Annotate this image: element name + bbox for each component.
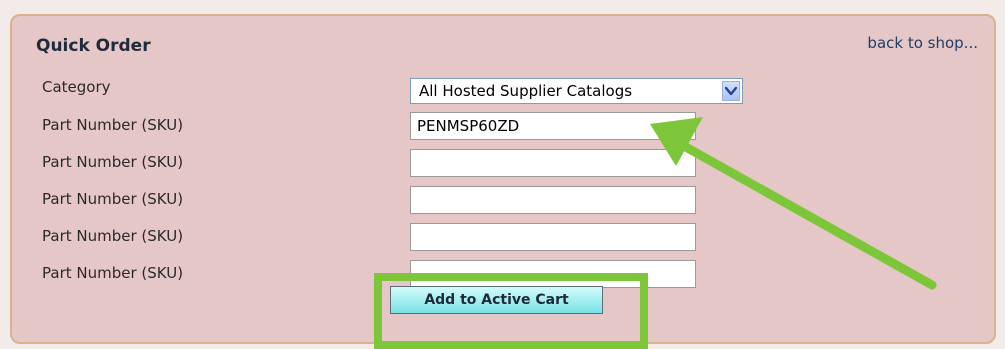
category-select[interactable]: All Hosted Supplier Catalogs <box>410 78 743 104</box>
back-to-shop-link[interactable]: back to shop... <box>867 34 978 52</box>
chevron-down-icon[interactable] <box>722 81 740 101</box>
page: Quick Order back to shop... Category All… <box>0 0 1005 349</box>
category-selected-value: All Hosted Supplier Catalogs <box>419 82 633 100</box>
sku-input-5[interactable] <box>410 260 696 288</box>
sku-input-1[interactable] <box>410 112 696 140</box>
sku-input-4[interactable] <box>410 223 696 251</box>
category-label: Category <box>42 78 111 96</box>
add-to-active-cart-button[interactable]: Add to Active Cart <box>390 286 603 314</box>
sku-label-1: Part Number (SKU) <box>42 116 184 134</box>
sku-label-3: Part Number (SKU) <box>42 190 184 208</box>
sku-label-5: Part Number (SKU) <box>42 264 184 282</box>
sku-label-2: Part Number (SKU) <box>42 153 184 171</box>
sku-input-3[interactable] <box>410 186 696 214</box>
sku-input-2[interactable] <box>410 149 696 177</box>
sku-label-4: Part Number (SKU) <box>42 227 184 245</box>
page-title: Quick Order <box>36 36 151 56</box>
